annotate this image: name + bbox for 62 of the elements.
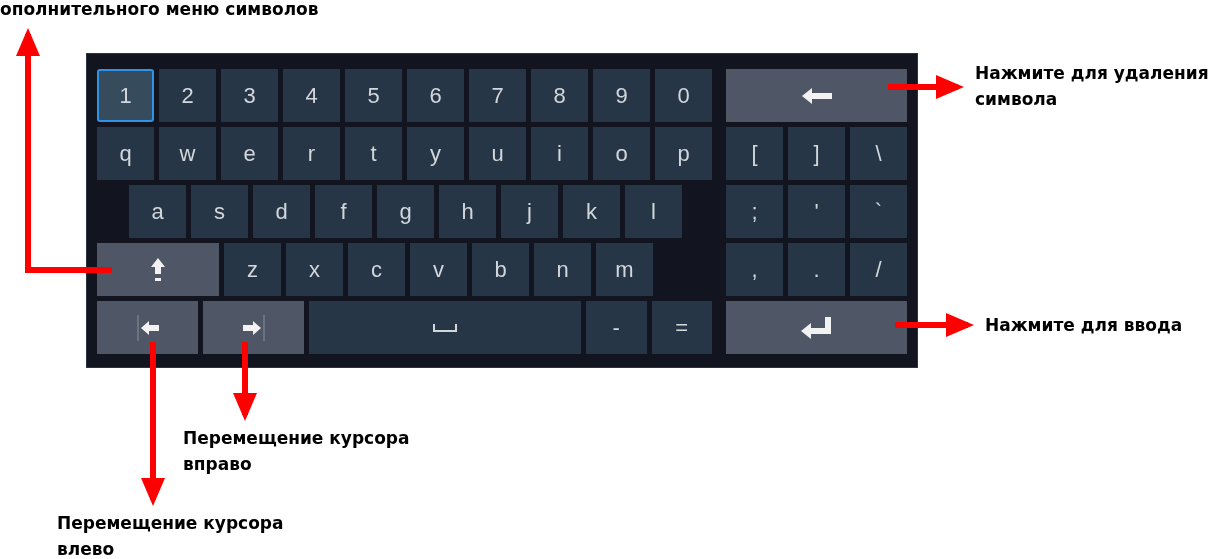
key[interactable]: m bbox=[596, 243, 653, 296]
key[interactable]: 0 bbox=[655, 69, 712, 122]
backspace-key[interactable] bbox=[726, 69, 907, 122]
key[interactable]: , bbox=[726, 243, 783, 296]
key[interactable]: x bbox=[286, 243, 343, 296]
key[interactable]: c bbox=[348, 243, 405, 296]
key[interactable]: / bbox=[850, 243, 907, 296]
key[interactable]: o bbox=[593, 127, 650, 180]
key[interactable]: 4 bbox=[283, 69, 340, 122]
key[interactable]: k bbox=[563, 185, 620, 238]
key[interactable]: ` bbox=[850, 185, 907, 238]
key[interactable]: = bbox=[651, 301, 712, 354]
key[interactable]: r bbox=[283, 127, 340, 180]
key[interactable]: \ bbox=[850, 127, 907, 180]
key[interactable]: j bbox=[501, 185, 558, 238]
key[interactable]: . bbox=[788, 243, 845, 296]
key[interactable]: ' bbox=[788, 185, 845, 238]
key[interactable]: 6 bbox=[407, 69, 464, 122]
key[interactable]: p bbox=[655, 127, 712, 180]
key[interactable]: a bbox=[129, 185, 186, 238]
annotation-text: ополнительного меню символов bbox=[0, 0, 319, 21]
key[interactable]: 9 bbox=[593, 69, 650, 122]
key[interactable]: d bbox=[253, 185, 310, 238]
annotation-text: Нажмите для удаления символа bbox=[975, 62, 1209, 111]
key[interactable]: 2 bbox=[159, 69, 216, 122]
annotation-text: Нажмите для ввода bbox=[985, 314, 1183, 337]
up-arrow-icon bbox=[150, 256, 166, 283]
key[interactable]: [ bbox=[726, 127, 783, 180]
left-arrow-icon bbox=[136, 314, 159, 341]
key[interactable]: v bbox=[410, 243, 467, 296]
key[interactable]: g bbox=[377, 185, 434, 238]
key[interactable]: e bbox=[221, 127, 278, 180]
key[interactable]: l bbox=[625, 185, 682, 238]
key[interactable]: b bbox=[472, 243, 529, 296]
key[interactable]: t bbox=[345, 127, 402, 180]
key[interactable]: 7 bbox=[469, 69, 526, 122]
key[interactable]: i bbox=[531, 127, 588, 180]
space-icon bbox=[433, 322, 457, 333]
key[interactable]: w bbox=[159, 127, 216, 180]
key[interactable]: h bbox=[439, 185, 496, 238]
key[interactable]: y bbox=[407, 127, 464, 180]
key[interactable]: 8 bbox=[531, 69, 588, 122]
annotation-text: Перемещение курсора вправо bbox=[183, 427, 410, 476]
right-arrow-icon bbox=[242, 314, 265, 341]
key[interactable]: ; bbox=[726, 185, 783, 238]
key[interactable]: n bbox=[534, 243, 591, 296]
cursor-right-key[interactable] bbox=[203, 301, 304, 354]
key[interactable]: 5 bbox=[345, 69, 402, 122]
key[interactable]: 1 bbox=[97, 69, 154, 122]
enter-key[interactable] bbox=[726, 301, 907, 354]
annotation-text: Перемещение курсора влево bbox=[57, 512, 284, 559]
key[interactable]: z bbox=[224, 243, 281, 296]
key[interactable]: ] bbox=[788, 127, 845, 180]
left-arrow-icon bbox=[800, 86, 833, 105]
key[interactable]: q bbox=[97, 127, 154, 180]
key[interactable]: s bbox=[191, 185, 248, 238]
key[interactable]: u bbox=[469, 127, 526, 180]
enter-icon bbox=[799, 315, 834, 340]
key[interactable]: 3 bbox=[221, 69, 278, 122]
key[interactable]: f bbox=[315, 185, 372, 238]
key[interactable]: - bbox=[586, 301, 647, 354]
cursor-left-key[interactable] bbox=[97, 301, 198, 354]
